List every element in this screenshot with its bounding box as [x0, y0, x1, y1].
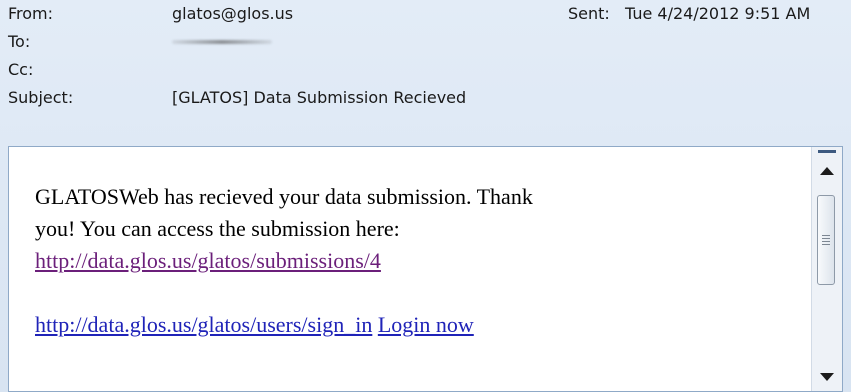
subject-row: Subject: [GLATOS] Data Submission Reciev… — [0, 84, 851, 112]
submission-link[interactable]: http://data.glos.us/glatos/submissions/4 — [35, 248, 381, 273]
signin-line: http://data.glos.us/glatos/users/sign_in… — [35, 309, 795, 341]
login-now-link[interactable]: Login now — [378, 312, 474, 337]
message-body-frame: GLATOSWeb has recieved your data submiss… — [8, 146, 843, 392]
vertical-scrollbar[interactable] — [811, 147, 842, 391]
cc-row: Cc: — [0, 56, 851, 84]
subject-label: Subject: — [8, 88, 74, 107]
sent-label: Sent: — [568, 4, 610, 23]
to-row: To: — [0, 28, 851, 56]
to-label: To: — [8, 32, 31, 51]
scroll-thumb[interactable] — [817, 195, 835, 285]
cc-label: Cc: — [8, 60, 34, 79]
scroll-top-line — [818, 150, 836, 153]
from-row: From: glatos@glos.us Sent: Tue 4/24/2012… — [0, 0, 851, 28]
scroll-up-icon[interactable] — [820, 167, 834, 175]
from-label: From: — [8, 4, 54, 23]
redacted-recipient — [172, 40, 272, 44]
message-line-2: you! You can access the submission here: — [35, 216, 400, 241]
thumb-grip-icon — [822, 235, 830, 245]
scroll-down-icon[interactable] — [820, 373, 834, 381]
sent-value: Tue 4/24/2012 9:51 AM — [625, 4, 811, 23]
message-line-1: GLATOSWeb has recieved your data submiss… — [35, 184, 533, 209]
signin-link[interactable]: http://data.glos.us/glatos/users/sign_in — [35, 312, 372, 337]
email-reading-pane: From: glatos@glos.us Sent: Tue 4/24/2012… — [0, 0, 851, 392]
from-value[interactable]: glatos@glos.us — [172, 0, 293, 28]
message-body: GLATOSWeb has recieved your data submiss… — [35, 181, 795, 341]
subject-value: [GLATOS] Data Submission Recieved — [172, 88, 467, 107]
